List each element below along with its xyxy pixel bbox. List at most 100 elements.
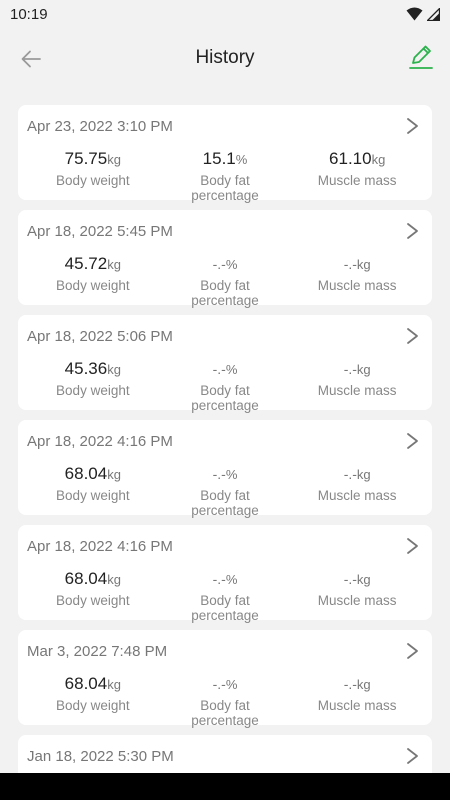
body-weight-unit: kg [107, 257, 121, 272]
body-fat-unit: % [225, 677, 238, 692]
body-fat-metric: -.-% Body fat percentage [168, 674, 283, 728]
pencil-edit-icon [409, 45, 433, 69]
muscle-mass-value: 61.10 [329, 149, 372, 168]
chevron-right-icon [407, 748, 418, 764]
chevron-right-icon [407, 643, 418, 659]
app-bar: History [0, 28, 450, 88]
body-weight-unit: kg [107, 467, 121, 482]
status-bar: 10:19 [0, 0, 450, 28]
body-fat-value: -.- [212, 676, 226, 692]
body-weight-metric: 45.36kg Body weight [18, 359, 168, 413]
page-title: History [195, 47, 255, 68]
muscle-mass-label: Muscle mass [317, 383, 397, 398]
record-date: Apr 18, 2022 4:16 PM [27, 433, 173, 450]
muscle-mass-label: Muscle mass [317, 488, 397, 503]
body-fat-metric: -.-% Body fat percentage [168, 464, 283, 518]
body-weight-unit: kg [107, 152, 121, 167]
body-fat-value: -.- [212, 361, 226, 377]
chevron-right-icon [407, 328, 418, 344]
body-fat-label: Body fat percentage [191, 278, 259, 308]
body-fat-unit: % [235, 152, 248, 167]
body-weight-value: 68.04 [64, 674, 108, 693]
body-weight-value: 45.36 [64, 359, 108, 378]
muscle-mass-label: Muscle mass [317, 278, 397, 293]
body-weight-unit: kg [107, 362, 121, 377]
metrics-row: 68.04kg Body weight -.-% Body fat percen… [18, 464, 432, 518]
status-icons [406, 7, 440, 21]
cellular-signal-icon [427, 7, 440, 21]
body-fat-label: Body fat percentage [191, 383, 259, 413]
body-weight-metric: 68.04kg Body weight [18, 569, 168, 623]
chevron-right-icon [407, 433, 418, 449]
muscle-mass-label: Muscle mass [317, 698, 397, 713]
record-date: Apr 23, 2022 3:10 PM [27, 118, 173, 135]
metrics-row: 75.75kg Body weight 15.1% Body fat perce… [18, 149, 432, 203]
wifi-icon [406, 7, 423, 21]
body-fat-label: Body fat percentage [191, 173, 259, 203]
back-arrow-icon [21, 50, 41, 68]
body-fat-metric: -.-% Body fat percentage [168, 254, 283, 308]
body-fat-unit: % [225, 467, 238, 482]
history-card[interactable]: Apr 18, 2022 5:45 PM 45.72kg Body weight… [18, 210, 432, 308]
muscle-mass-label: Muscle mass [317, 173, 397, 188]
body-weight-metric: 68.04kg Body weight [18, 674, 168, 728]
history-card[interactable]: Mar 3, 2022 7:48 PM 68.04kg Body weight … [18, 630, 432, 728]
body-weight-unit: kg [107, 677, 121, 692]
muscle-mass-metric: -.-kg Muscle mass [282, 254, 432, 308]
muscle-mass-label: Muscle mass [317, 593, 397, 608]
body-weight-unit: kg [107, 572, 121, 587]
body-fat-label: Body fat percentage [191, 488, 259, 518]
body-weight-label: Body weight [56, 278, 130, 293]
history-card[interactable]: Apr 23, 2022 3:10 PM 75.75kg Body weight… [18, 105, 432, 203]
body-weight-value: 45.72 [64, 254, 108, 273]
body-fat-value: -.- [212, 571, 226, 587]
edit-button[interactable] [406, 42, 436, 72]
metrics-row: 45.72kg Body weight -.-% Body fat percen… [18, 254, 432, 308]
muscle-mass-value: -.- [343, 256, 357, 272]
body-weight-label: Body weight [56, 593, 130, 608]
body-weight-label: Body weight [56, 488, 130, 503]
body-fat-value: -.- [212, 466, 226, 482]
body-fat-unit: % [225, 257, 238, 272]
body-weight-label: Body weight [56, 698, 130, 713]
muscle-mass-value: -.- [343, 466, 357, 482]
muscle-mass-metric: -.-kg Muscle mass [282, 464, 432, 518]
body-fat-metric: -.-% Body fat percentage [168, 569, 283, 623]
history-card[interactable]: Apr 18, 2022 4:16 PM 68.04kg Body weight… [18, 525, 432, 623]
body-weight-label: Body weight [56, 173, 130, 188]
body-fat-value: 15.1 [202, 149, 236, 168]
muscle-mass-unit: kg [356, 257, 371, 272]
muscle-mass-unit: kg [356, 677, 371, 692]
body-fat-unit: % [225, 572, 238, 587]
body-weight-metric: 45.72kg Body weight [18, 254, 168, 308]
body-weight-label: Body weight [56, 383, 130, 398]
body-fat-value: -.- [212, 256, 226, 272]
muscle-mass-metric: 61.10kg Muscle mass [282, 149, 432, 203]
body-fat-label: Body fat percentage [191, 593, 259, 623]
muscle-mass-unit: kg [371, 152, 386, 167]
back-button[interactable] [18, 46, 44, 72]
muscle-mass-value: -.- [343, 571, 357, 587]
body-weight-metric: 75.75kg Body weight [18, 149, 168, 203]
history-card[interactable]: Apr 18, 2022 5:06 PM 45.36kg Body weight… [18, 315, 432, 413]
body-fat-metric: -.-% Body fat percentage [168, 359, 283, 413]
muscle-mass-metric: -.-kg Muscle mass [282, 674, 432, 728]
body-weight-value: 68.04 [64, 464, 108, 483]
muscle-mass-unit: kg [356, 467, 371, 482]
record-date: Apr 18, 2022 5:06 PM [27, 328, 173, 345]
chevron-right-icon [407, 538, 418, 554]
muscle-mass-unit: kg [356, 572, 371, 587]
history-card[interactable]: Jan 18, 2022 5:30 PM [18, 735, 432, 773]
muscle-mass-unit: kg [356, 362, 371, 377]
record-date: Jan 18, 2022 5:30 PM [27, 748, 174, 765]
record-date: Apr 18, 2022 4:16 PM [27, 538, 173, 555]
muscle-mass-metric: -.-kg Muscle mass [282, 359, 432, 413]
body-weight-metric: 68.04kg Body weight [18, 464, 168, 518]
body-weight-value: 75.75 [64, 149, 108, 168]
history-card[interactable]: Apr 18, 2022 4:16 PM 68.04kg Body weight… [18, 420, 432, 518]
metrics-row: 68.04kg Body weight -.-% Body fat percen… [18, 674, 432, 728]
metrics-row: 68.04kg Body weight -.-% Body fat percen… [18, 569, 432, 623]
history-list[interactable]: Apr 23, 2022 3:10 PM 75.75kg Body weight… [18, 105, 432, 773]
body-fat-metric: 15.1% Body fat percentage [168, 149, 283, 203]
record-date: Apr 18, 2022 5:45 PM [27, 223, 173, 240]
